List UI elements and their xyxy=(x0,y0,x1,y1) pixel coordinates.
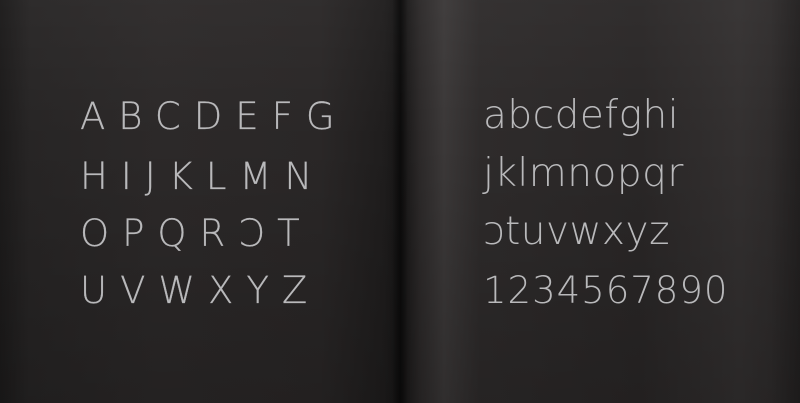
lowercase-row-1: abcdefghi xyxy=(483,93,680,138)
book-spine-shadow xyxy=(392,0,408,403)
uppercase-row-2: HIJKLMN xyxy=(80,155,326,198)
book-spread: ABCDEFG HIJKLMN OPQRƆT UVWXYZ abcdefghi … xyxy=(0,0,800,403)
uppercase-row-3: OPQRƆT xyxy=(80,212,313,255)
left-page-edge-shadow xyxy=(0,0,30,403)
right-page-edge-shadow xyxy=(770,0,800,403)
uppercase-row-4: UVWXYZ xyxy=(80,269,321,312)
uppercase-row-1: ABCDEFG xyxy=(80,95,348,138)
digits-row: 1234567890 xyxy=(483,269,729,312)
right-page xyxy=(400,0,800,403)
left-page: ABCDEFG HIJKLMN OPQRƆT UVWXYZ xyxy=(0,0,400,403)
lowercase-row-3: ɔtuvwxyz xyxy=(483,209,671,254)
lowercase-row-2: jklmnopqr xyxy=(483,151,684,196)
